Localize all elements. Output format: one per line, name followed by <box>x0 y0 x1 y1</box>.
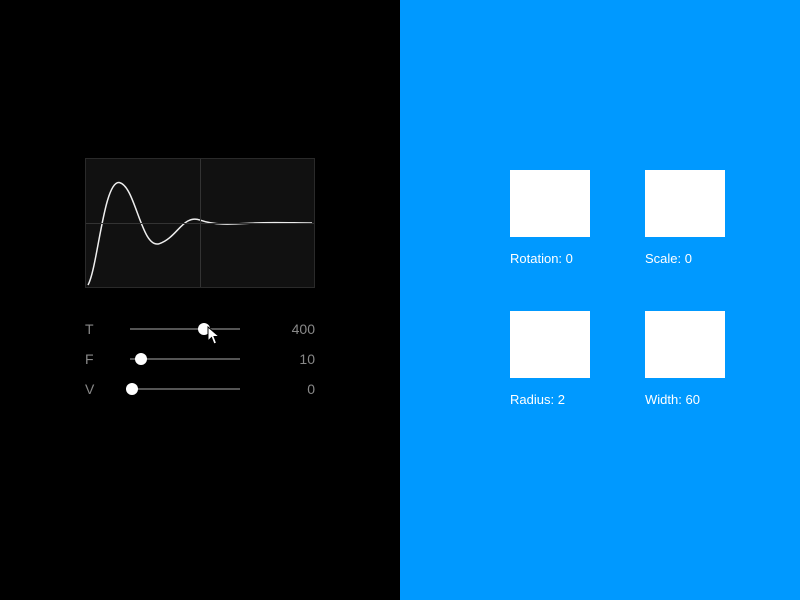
label-scale: Scale: 0 <box>645 251 725 266</box>
slider-thumb-f[interactable] <box>135 353 147 365</box>
label-rotation-value: 0 <box>566 251 573 266</box>
slider-thumb-t[interactable] <box>198 323 210 335</box>
label-width: Width: 60 <box>645 392 725 407</box>
label-radius-prefix: Radius: <box>510 392 554 407</box>
left-panel: T 400 F 10 V 0 <box>0 0 400 600</box>
slider-row-f: F 10 <box>85 344 315 374</box>
tile-width: Width: 60 <box>645 311 725 407</box>
graph-divider <box>200 159 201 287</box>
label-scale-prefix: Scale: <box>645 251 681 266</box>
swatch-rotation[interactable] <box>510 170 590 237</box>
right-panel: Rotation: 0 Scale: 0 Radius: 2 Width: 60 <box>400 0 800 600</box>
slider-t[interactable] <box>130 328 240 330</box>
label-rotation-prefix: Rotation: <box>510 251 562 266</box>
slider-f[interactable] <box>130 358 240 360</box>
label-radius: Radius: 2 <box>510 392 590 407</box>
sliders-group: T 400 F 10 V 0 <box>85 314 315 404</box>
swatch-scale[interactable] <box>645 170 725 237</box>
tiles-grid: Rotation: 0 Scale: 0 Radius: 2 Width: 60 <box>510 170 725 407</box>
label-width-value: 60 <box>685 392 699 407</box>
slider-label-f: F <box>85 351 130 367</box>
slider-value-t: 400 <box>275 321 315 337</box>
label-rotation: Rotation: 0 <box>510 251 590 266</box>
slider-label-v: V <box>85 381 130 397</box>
swatch-radius[interactable] <box>510 311 590 378</box>
slider-value-f: 10 <box>275 351 315 367</box>
slider-row-t: T 400 <box>85 314 315 344</box>
label-width-prefix: Width: <box>645 392 682 407</box>
label-scale-value: 0 <box>685 251 692 266</box>
label-radius-value: 2 <box>558 392 565 407</box>
tile-radius: Radius: 2 <box>510 311 590 407</box>
slider-value-v: 0 <box>275 381 315 397</box>
slider-row-v: V 0 <box>85 374 315 404</box>
slider-label-t: T <box>85 321 130 337</box>
tile-rotation: Rotation: 0 <box>510 170 590 266</box>
slider-thumb-v[interactable] <box>126 383 138 395</box>
spring-curve-graph <box>85 158 315 288</box>
swatch-width[interactable] <box>645 311 725 378</box>
slider-v[interactable] <box>130 388 240 390</box>
tile-scale: Scale: 0 <box>645 170 725 266</box>
